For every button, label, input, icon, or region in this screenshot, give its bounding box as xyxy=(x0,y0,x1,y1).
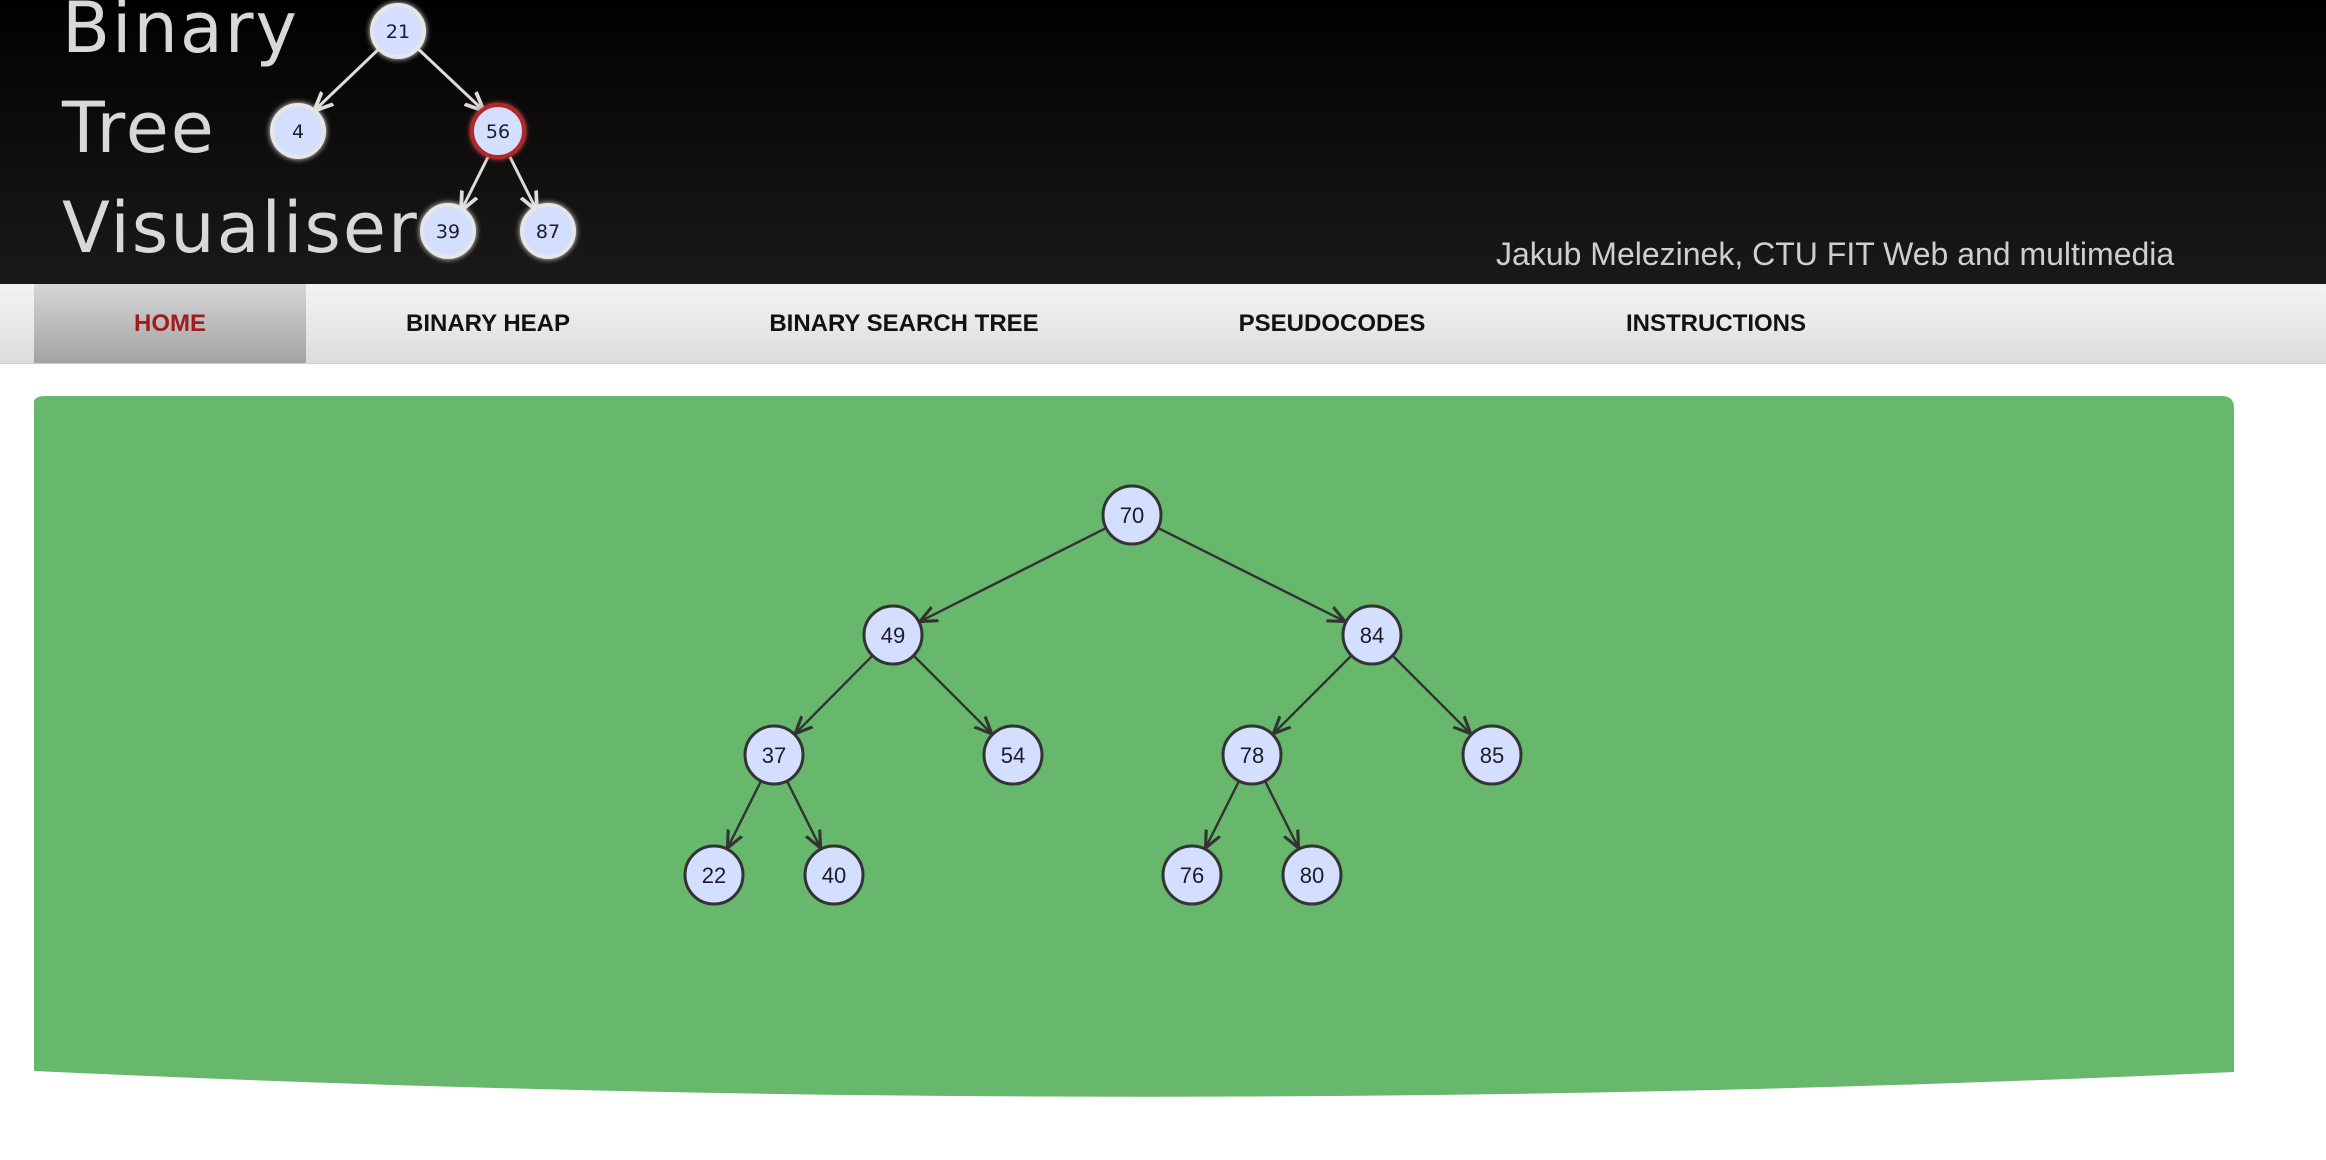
logo-node-label: 39 xyxy=(436,221,460,243)
logo-node-label: 56 xyxy=(486,121,510,143)
logo-node: 4 xyxy=(270,103,326,159)
logo-edge xyxy=(461,156,490,211)
tree-node: 40 xyxy=(803,844,865,906)
logo-edge xyxy=(412,43,484,111)
tree-node-label: 70 xyxy=(1120,503,1144,528)
tree-node-label: 37 xyxy=(762,743,786,768)
tree-node-label: 76 xyxy=(1180,863,1204,888)
tree-node: 22 xyxy=(683,844,745,906)
tree-node: 70 xyxy=(1101,484,1163,546)
tree-node: 49 xyxy=(862,604,924,666)
logo-word-tree: Tree xyxy=(61,87,216,169)
logo-node-label: 21 xyxy=(386,21,410,43)
nav-binary-search-tree[interactable]: BINARY SEARCH TREE xyxy=(744,284,1064,363)
logo-node-label: 4 xyxy=(292,121,304,143)
logo-edge xyxy=(508,156,537,211)
tree-node: 76 xyxy=(1161,844,1223,906)
tree-node: 85 xyxy=(1461,724,1523,786)
tree-node: 84 xyxy=(1341,604,1403,666)
logo-edge xyxy=(314,43,385,111)
tree-node: 80 xyxy=(1281,844,1343,906)
tree-node: 37 xyxy=(743,724,805,786)
main-nav: HOME BINARY HEAP BINARY SEARCH TREE PSEU… xyxy=(0,284,2326,364)
tree-stage: 70 49 84 37 54 78 85 22 40 76 80 xyxy=(34,396,2234,1097)
nav-home[interactable]: HOME xyxy=(34,284,306,363)
site-header: Binary Tree Visualiser 21 4 56 39 87 Jak… xyxy=(0,0,2326,284)
tree-node-label: 54 xyxy=(1001,743,1025,768)
tree-node: 78 xyxy=(1221,724,1283,786)
logo-word-visualiser: Visualiser xyxy=(62,187,419,269)
logo-node: 39 xyxy=(420,203,476,259)
nav-instructions[interactable]: INSTRUCTIONS xyxy=(1600,284,1832,363)
logo-node-label: 87 xyxy=(536,221,560,243)
tree-node-label: 40 xyxy=(822,863,846,888)
author-credit: Jakub Melezinek, CTU FIT Web and multime… xyxy=(1496,236,2175,272)
tree-node-label: 78 xyxy=(1240,743,1264,768)
logo-word-binary: Binary xyxy=(62,0,299,69)
tree-node-label: 84 xyxy=(1360,623,1384,648)
tree-node: 54 xyxy=(982,724,1044,786)
logo-node: 21 xyxy=(370,3,426,59)
tree-node-label: 22 xyxy=(702,863,726,888)
tree-node-label: 80 xyxy=(1300,863,1324,888)
logo-node-highlighted: 56 xyxy=(470,103,526,159)
nav-pseudocodes[interactable]: PSEUDOCODES xyxy=(1218,284,1446,363)
tree-node-label: 85 xyxy=(1480,743,1504,768)
logo: Binary Tree Visualiser 21 4 56 39 87 xyxy=(61,0,576,269)
nav-binary-heap[interactable]: BINARY HEAP xyxy=(375,284,601,363)
tree-node-label: 49 xyxy=(881,623,905,648)
logo-node: 87 xyxy=(520,203,576,259)
